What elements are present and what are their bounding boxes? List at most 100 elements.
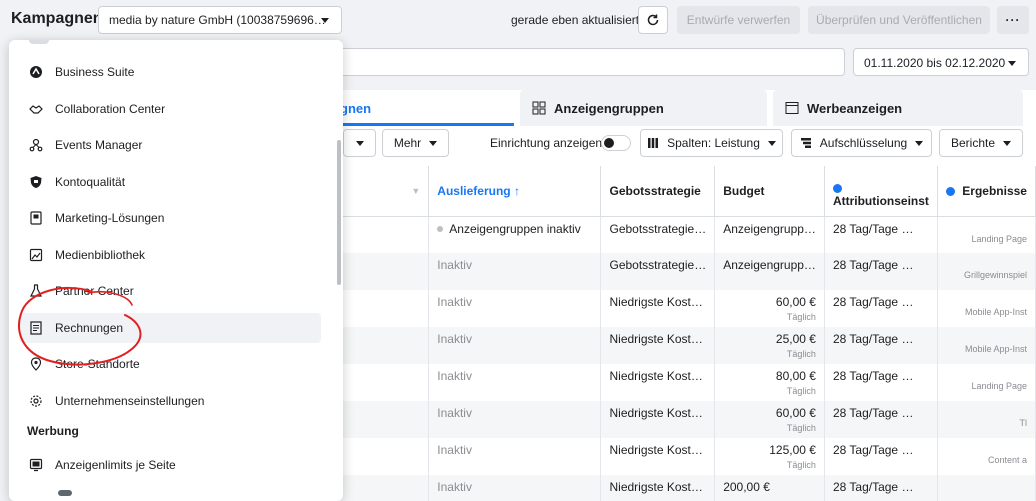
business-suite-icon (30, 66, 42, 78)
delivery-cell: Inaktiv (428, 475, 602, 501)
setup-toggle[interactable] (601, 135, 631, 151)
breakdown-button[interactable]: Aufschlüsselung (791, 129, 932, 157)
horizontal-scrollbar[interactable] (58, 490, 72, 496)
table-row[interactable]: Inaktiv Niedrigste Kost… 80,00 € Täglich 28 … (300, 364, 1036, 401)
results-type: Mobile App-Inst (964, 344, 1027, 354)
tab-adsets[interactable]: Anzeigengruppen (520, 90, 767, 126)
table-row[interactable]: Inaktiv Niedrigste Kost… 60,00 € Täglich 28 … (300, 401, 1036, 438)
results-cell: Grillgewinnspiel (937, 253, 1036, 290)
setup-toggle-label: Einrichtung anzeigen (490, 136, 603, 150)
tab-ads[interactable]: Werbeanzeigen (773, 90, 1023, 126)
header-bid-strategy[interactable]: Gebotsstrategie (600, 166, 716, 217)
tab-label: Anzeigengruppen (554, 100, 664, 116)
bid-strategy-cell: Niedrigste Kost… (600, 364, 716, 401)
table-row[interactable]: Inaktiv Gebotsstrategie… Anzeigengrupp… 28 … (300, 253, 1036, 290)
attribution-cell: 28 Tag/Tage … (824, 216, 938, 253)
budget-value: Anzeigengrupp… (723, 258, 816, 272)
results-cell: Landing Page (937, 364, 1036, 401)
toggle-knob (604, 138, 614, 148)
menu-scrollbar[interactable] (337, 140, 341, 285)
columns-button[interactable]: Spalten: Leistung (640, 129, 783, 157)
update-status: gerade eben aktualisiert (511, 13, 640, 27)
more-options-button[interactable]: ··· (997, 6, 1029, 34)
budget-value: 60,00 € (775, 406, 816, 420)
reports-button[interactable]: Berichte (939, 129, 1023, 157)
budget-cell: 60,00 € Täglich (714, 290, 825, 327)
refresh-button[interactable] (638, 6, 668, 34)
menu-item-label: Events Manager (55, 138, 143, 152)
menu-item-anzeigenlimits-je-seite[interactable]: Anzeigenlimits je Seite (19, 450, 321, 480)
attribution-cell: 28 Tag/Tage … (824, 290, 938, 327)
account-name: media by nature GmbH (10038759696… (109, 13, 326, 27)
results-cell: Landing Page (937, 216, 1036, 253)
business-tools-menu: Business Suite Collaboration Center Events… (9, 40, 343, 501)
menu-item-label: Kontoqualität (55, 174, 126, 189)
account-selector[interactable]: media by nature GmbH (10038759696… (98, 6, 342, 34)
menu-item-label: Collaboration Center (55, 101, 166, 116)
header-attribution[interactable]: Attributionseinst (824, 166, 938, 217)
table-row[interactable]: Inaktiv Niedrigste Kost… 25,00 € Täglich 28 … (300, 327, 1036, 364)
header-results-label: Ergebnisse (962, 183, 1027, 198)
budget-period: Täglich (786, 423, 816, 433)
reports-label: Berichte (950, 136, 996, 150)
gear-icon (30, 394, 42, 407)
results-cell: Content a (937, 438, 1036, 475)
menu-item-unternehmenseinstellungen[interactable]: Unternehmenseinstellungen (19, 386, 321, 416)
budget-value: Anzeigengrupp… (723, 221, 816, 236)
more-button-label: Mehr (393, 136, 422, 150)
menu-item-marketing-lösungen[interactable]: Marketing-Lösungen (19, 203, 321, 233)
attribution-cell: 28 Tag/Tage … (824, 438, 938, 475)
results-type: Mobile App-Inst (964, 307, 1027, 317)
delivery-value: Inaktiv (437, 369, 472, 383)
menu-item-kontoqualität[interactable]: Kontoqualität (19, 167, 321, 197)
budget-cell: Anzeigengrupp… (714, 216, 825, 253)
results-type: Tl (1019, 418, 1028, 428)
dropdown-button[interactable] (343, 129, 376, 157)
delivery-value: Inaktiv (437, 406, 472, 420)
header-budget[interactable]: Budget (714, 166, 825, 217)
delivery-cell: Inaktiv (428, 253, 602, 290)
tab-label: gnen (340, 100, 372, 116)
more-button[interactable]: Mehr (382, 129, 449, 157)
table-row[interactable]: Inaktiv Niedrigste Kost… 125,00 € Täglich 28… (300, 438, 1036, 475)
attribution-cell: 28 Tag/Tage … (824, 364, 938, 401)
bid-strategy-cell: Niedrigste Kost… (600, 327, 716, 364)
menu-item-events-manager[interactable]: Events Manager (19, 130, 321, 160)
date-range-label: 01.11.2020 bis 02.12.2020 (864, 56, 1006, 70)
grid-icon (532, 101, 546, 115)
results-cell: Mobile App-Inst (937, 327, 1036, 364)
results-type: Landing Page (971, 233, 1027, 244)
results-type: Landing Page (971, 381, 1027, 391)
search-input[interactable] (300, 48, 845, 76)
menu-item-collaboration-center[interactable]: Collaboration Center (19, 94, 321, 124)
date-range-picker[interactable]: 01.11.2020 bis 02.12.2020 (853, 48, 1029, 76)
discard-drafts-button[interactable]: Entwürfe verwerfen (677, 6, 800, 34)
attribution-cell: 28 Tag/Tage … (824, 253, 938, 290)
book-icon (30, 211, 42, 225)
table-row[interactable]: Inaktiv Niedrigste Kost… 200,00 € 28 Tag/Ta… (300, 475, 1036, 501)
header-results[interactable]: Ergebnisse (937, 166, 1036, 217)
budget-cell: 60,00 € Täglich (714, 401, 825, 438)
review-publish-button[interactable]: Überprüfen und Veröffentlichen (808, 6, 990, 34)
menu-item-business-suite[interactable]: Business Suite (19, 57, 321, 87)
budget-value: 60,00 € (775, 295, 816, 309)
columns-icon (648, 138, 659, 148)
chevron-down-icon (1008, 61, 1016, 66)
table-row[interactable]: Inaktiv Niedrigste Kost… 60,00 € Täglich 28 … (300, 290, 1036, 327)
attribution-cell: 28 Tag/Tage … (824, 327, 938, 364)
table-row[interactable]: Anzeigengruppen inaktiv Gebotsstrategie… A… (300, 216, 1036, 253)
budget-period: Täglich (786, 386, 816, 396)
delivery-value: Inaktiv (437, 443, 472, 457)
budget-value: 200,00 € (723, 480, 770, 494)
menu-item-label: Marketing-Lösungen (55, 211, 165, 225)
budget-period: Täglich (786, 349, 816, 359)
header-delivery[interactable]: Auslieferung ↑ (428, 166, 602, 217)
delivery-value: Anzeigengruppen inaktiv (449, 221, 581, 236)
menu-item-label: Medienbibliothek (55, 247, 146, 262)
attribution-cell: 28 Tag/Tage … (824, 475, 938, 501)
results-cell (937, 475, 1036, 501)
results-cell: Mobile App-Inst (937, 290, 1036, 327)
budget-period: Täglich (786, 312, 816, 322)
delivery-value: Inaktiv (437, 258, 472, 272)
menu-item-medienbibliothek[interactable]: Medienbibliothek (19, 240, 321, 270)
